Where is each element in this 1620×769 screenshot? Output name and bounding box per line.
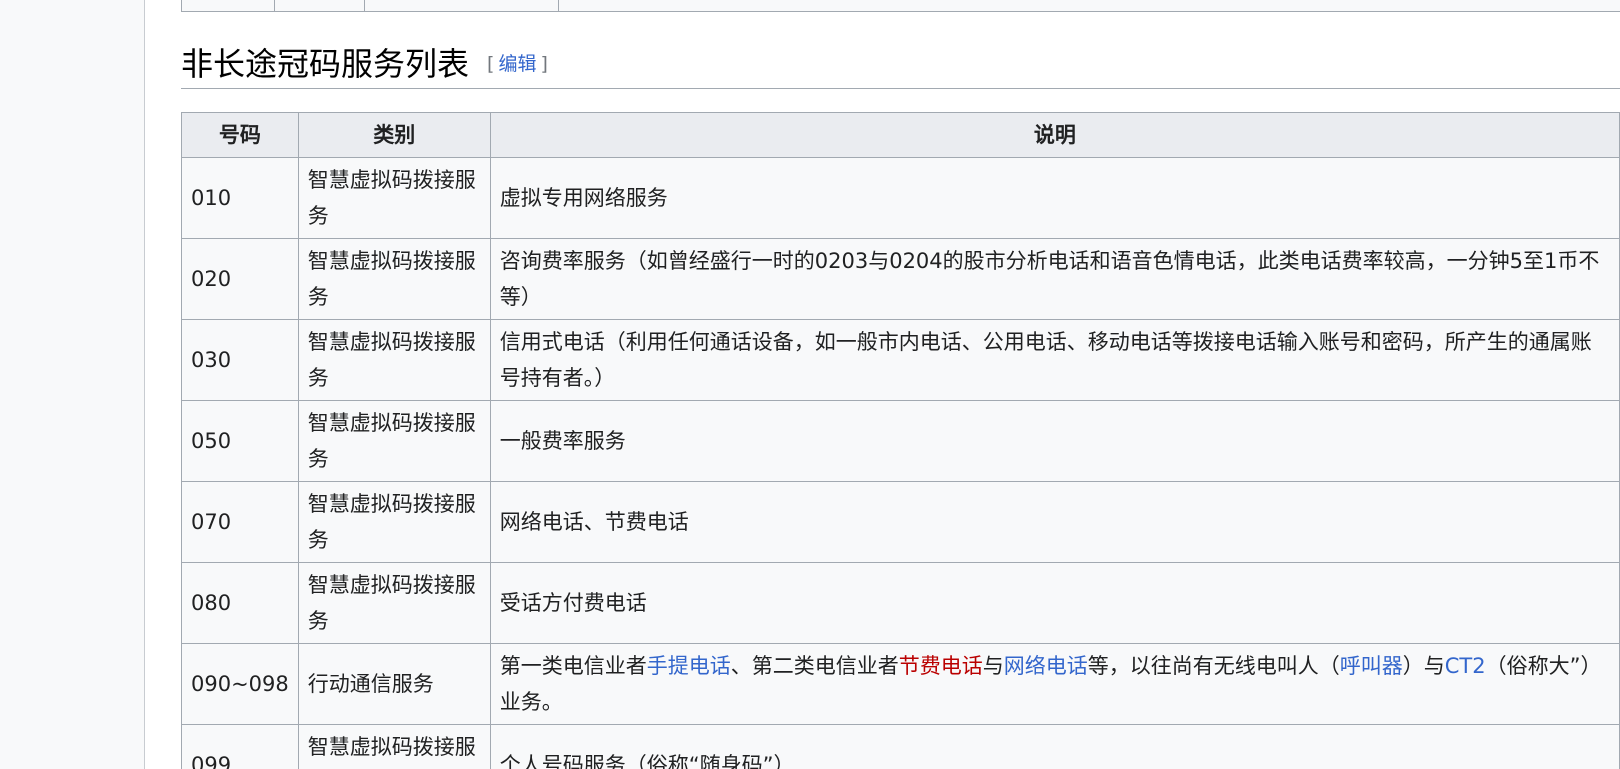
edit-section-link-wrapper: [编辑] bbox=[487, 40, 548, 88]
link-ct2[interactable]: CT2 bbox=[1445, 654, 1486, 678]
cell-category: 智慧虚拟码拨接服务 bbox=[297, 238, 491, 320]
header-category: 类别 bbox=[297, 112, 491, 158]
cell-category: 智慧虚拟码拨接服务 bbox=[297, 400, 491, 482]
cell-description: 信用式电话（利用任何通话设备，如一般市内电话、公用电话、移动电话等拨接电话输入账… bbox=[489, 319, 1620, 401]
table-row: 080 智慧虚拟码拨接服务 受话方付费电话 bbox=[181, 562, 1620, 644]
cell-category: 智慧虚拟码拨接服务 bbox=[297, 562, 491, 644]
link-mobile-phone[interactable]: 手提电话 bbox=[647, 654, 731, 678]
cell-code: 030 bbox=[181, 319, 299, 401]
cell-code: 070 bbox=[181, 481, 299, 563]
table-row: 050 智慧虚拟码拨接服务 一般费率服务 bbox=[181, 400, 1620, 482]
cell-description: 第一类电信业者手提电话、第二类电信业者节费电话与网络电话等，以往尚有无线电叫人（… bbox=[489, 643, 1620, 725]
cell-description: 网络电话、节费电话 bbox=[489, 481, 1620, 563]
edit-bracket-open: [ bbox=[487, 53, 495, 75]
table-row: 010 智慧虚拟码拨接服务 虚拟专用网络服务 bbox=[181, 157, 1620, 239]
cell-description: 个人号码服务（俗称“随身码”） bbox=[489, 724, 1620, 769]
cell-code: 050 bbox=[181, 400, 299, 482]
desc-text: 第一类电信业者 bbox=[499, 654, 647, 678]
desc-text: 与 bbox=[982, 654, 1004, 678]
link-pager[interactable]: 呼叫器 bbox=[1340, 654, 1403, 678]
desc-text: ）与 bbox=[1402, 654, 1445, 678]
cell-description: 咨询费率服务（如曾经盛行一时的0203与0204的股市分析电话和语音色情电话，此… bbox=[489, 238, 1620, 320]
left-sidebar bbox=[0, 0, 145, 769]
header-description: 说明 bbox=[489, 112, 1620, 158]
table-row: 090~098 行动通信服务 第一类电信业者手提电话、第二类电信业者节费电话与网… bbox=[181, 643, 1620, 725]
cell-code: 099 bbox=[181, 724, 299, 769]
cell-category: 智慧虚拟码拨接服务 bbox=[297, 481, 491, 563]
cell-category: 智慧虚拟码拨接服务 bbox=[297, 724, 491, 769]
cell-description: 虚拟专用网络服务 bbox=[489, 157, 1620, 239]
service-prefix-table: 号码 类别 说明 010 智慧虚拟码拨接服务 虚拟专用网络服务 020 智慧虚拟… bbox=[181, 112, 1620, 769]
cell-description: 一般费率服务 bbox=[489, 400, 1620, 482]
table-row: 030 智慧虚拟码拨接服务 信用式电话（利用任何通话设备，如一般市内电话、公用电… bbox=[181, 319, 1620, 401]
cell-category: 行动通信服务 bbox=[297, 643, 491, 725]
cell-code: 080 bbox=[181, 562, 299, 644]
header-code: 号码 bbox=[181, 112, 299, 158]
table-row: 020 智慧虚拟码拨接服务 咨询费率服务（如曾经盛行一时的0203与0204的股… bbox=[181, 238, 1620, 320]
desc-text: 等，以往尚有无线电叫人（ bbox=[1087, 654, 1340, 678]
table-header-row: 号码 类别 说明 bbox=[181, 112, 1620, 158]
cell-code: 090~098 bbox=[181, 643, 299, 725]
cell-code: 020 bbox=[181, 238, 299, 320]
link-internet-phone[interactable]: 网络电话 bbox=[1004, 654, 1088, 678]
table-row: 070 智慧虚拟码拨接服务 网络电话、节费电话 bbox=[181, 481, 1620, 563]
edit-section-link[interactable]: 编辑 bbox=[498, 53, 536, 75]
section-title: 非长途冠码服务列表 bbox=[181, 45, 470, 83]
cell-description: 受话方付费电话 bbox=[489, 562, 1620, 644]
cell-category: 智慧虚拟码拨接服务 bbox=[297, 319, 491, 401]
edit-bracket-close: ] bbox=[540, 53, 548, 75]
table-row: 099 智慧虚拟码拨接服务 个人号码服务（俗称“随身码”） bbox=[181, 724, 1620, 769]
link-saving-phone[interactable]: 节费电话 bbox=[899, 654, 983, 678]
desc-text: 、第二类电信业者 bbox=[730, 654, 899, 678]
previous-table-bottom bbox=[181, 0, 1620, 12]
cell-code: 010 bbox=[181, 157, 299, 239]
section-heading: 非长途冠码服务列表 [编辑] bbox=[181, 40, 1620, 89]
cell-category: 智慧虚拟码拨接服务 bbox=[297, 157, 491, 239]
article-content: 非长途冠码服务列表 [编辑] 号码 类别 说明 010 智慧虚拟码拨接服务 虚拟… bbox=[145, 0, 1620, 769]
